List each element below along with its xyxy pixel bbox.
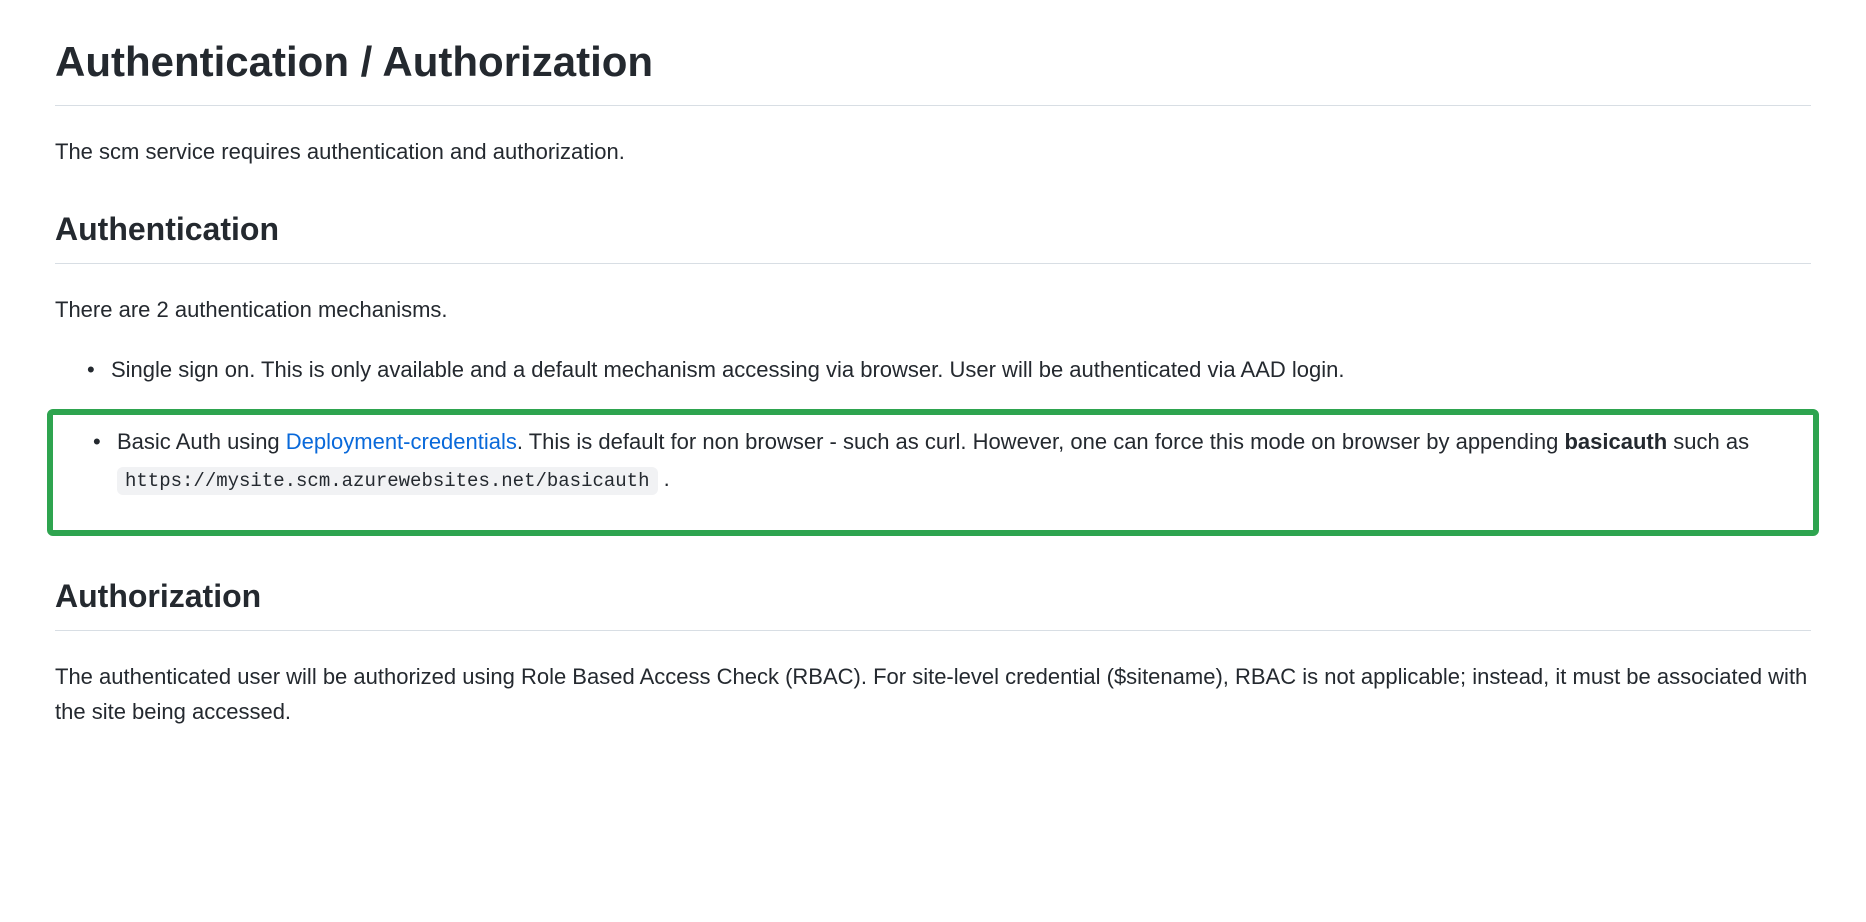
list-item: Basic Auth using Deployment-credentials.… <box>53 423 1813 498</box>
authorization-paragraph: The authenticated user will be authorize… <box>55 659 1811 729</box>
authentication-list: Single sign on. This is only available a… <box>55 351 1811 388</box>
url-code: https://mysite.scm.azurewebsites.net/bas… <box>117 467 658 495</box>
text-fragment: . This is default for non browser - such… <box>517 429 1565 454</box>
authorization-heading: Authorization <box>55 572 1811 631</box>
text-fragment: . <box>658 466 670 491</box>
deployment-credentials-link[interactable]: Deployment-credentials <box>286 429 517 454</box>
basicauth-bold: basicauth <box>1564 429 1667 454</box>
text-fragment: such as <box>1667 429 1749 454</box>
authentication-heading: Authentication <box>55 205 1811 264</box>
intro-paragraph: The scm service requires authentication … <box>55 134 1811 169</box>
list-item: Single sign on. This is only available a… <box>55 351 1811 388</box>
highlighted-item-box: Basic Auth using Deployment-credentials.… <box>47 409 1819 536</box>
authentication-intro: There are 2 authentication mechanisms. <box>55 292 1811 327</box>
authentication-list-highlighted: Basic Auth using Deployment-credentials.… <box>53 423 1813 498</box>
page-title: Authentication / Authorization <box>55 30 1811 106</box>
text-fragment: Basic Auth using <box>117 429 286 454</box>
